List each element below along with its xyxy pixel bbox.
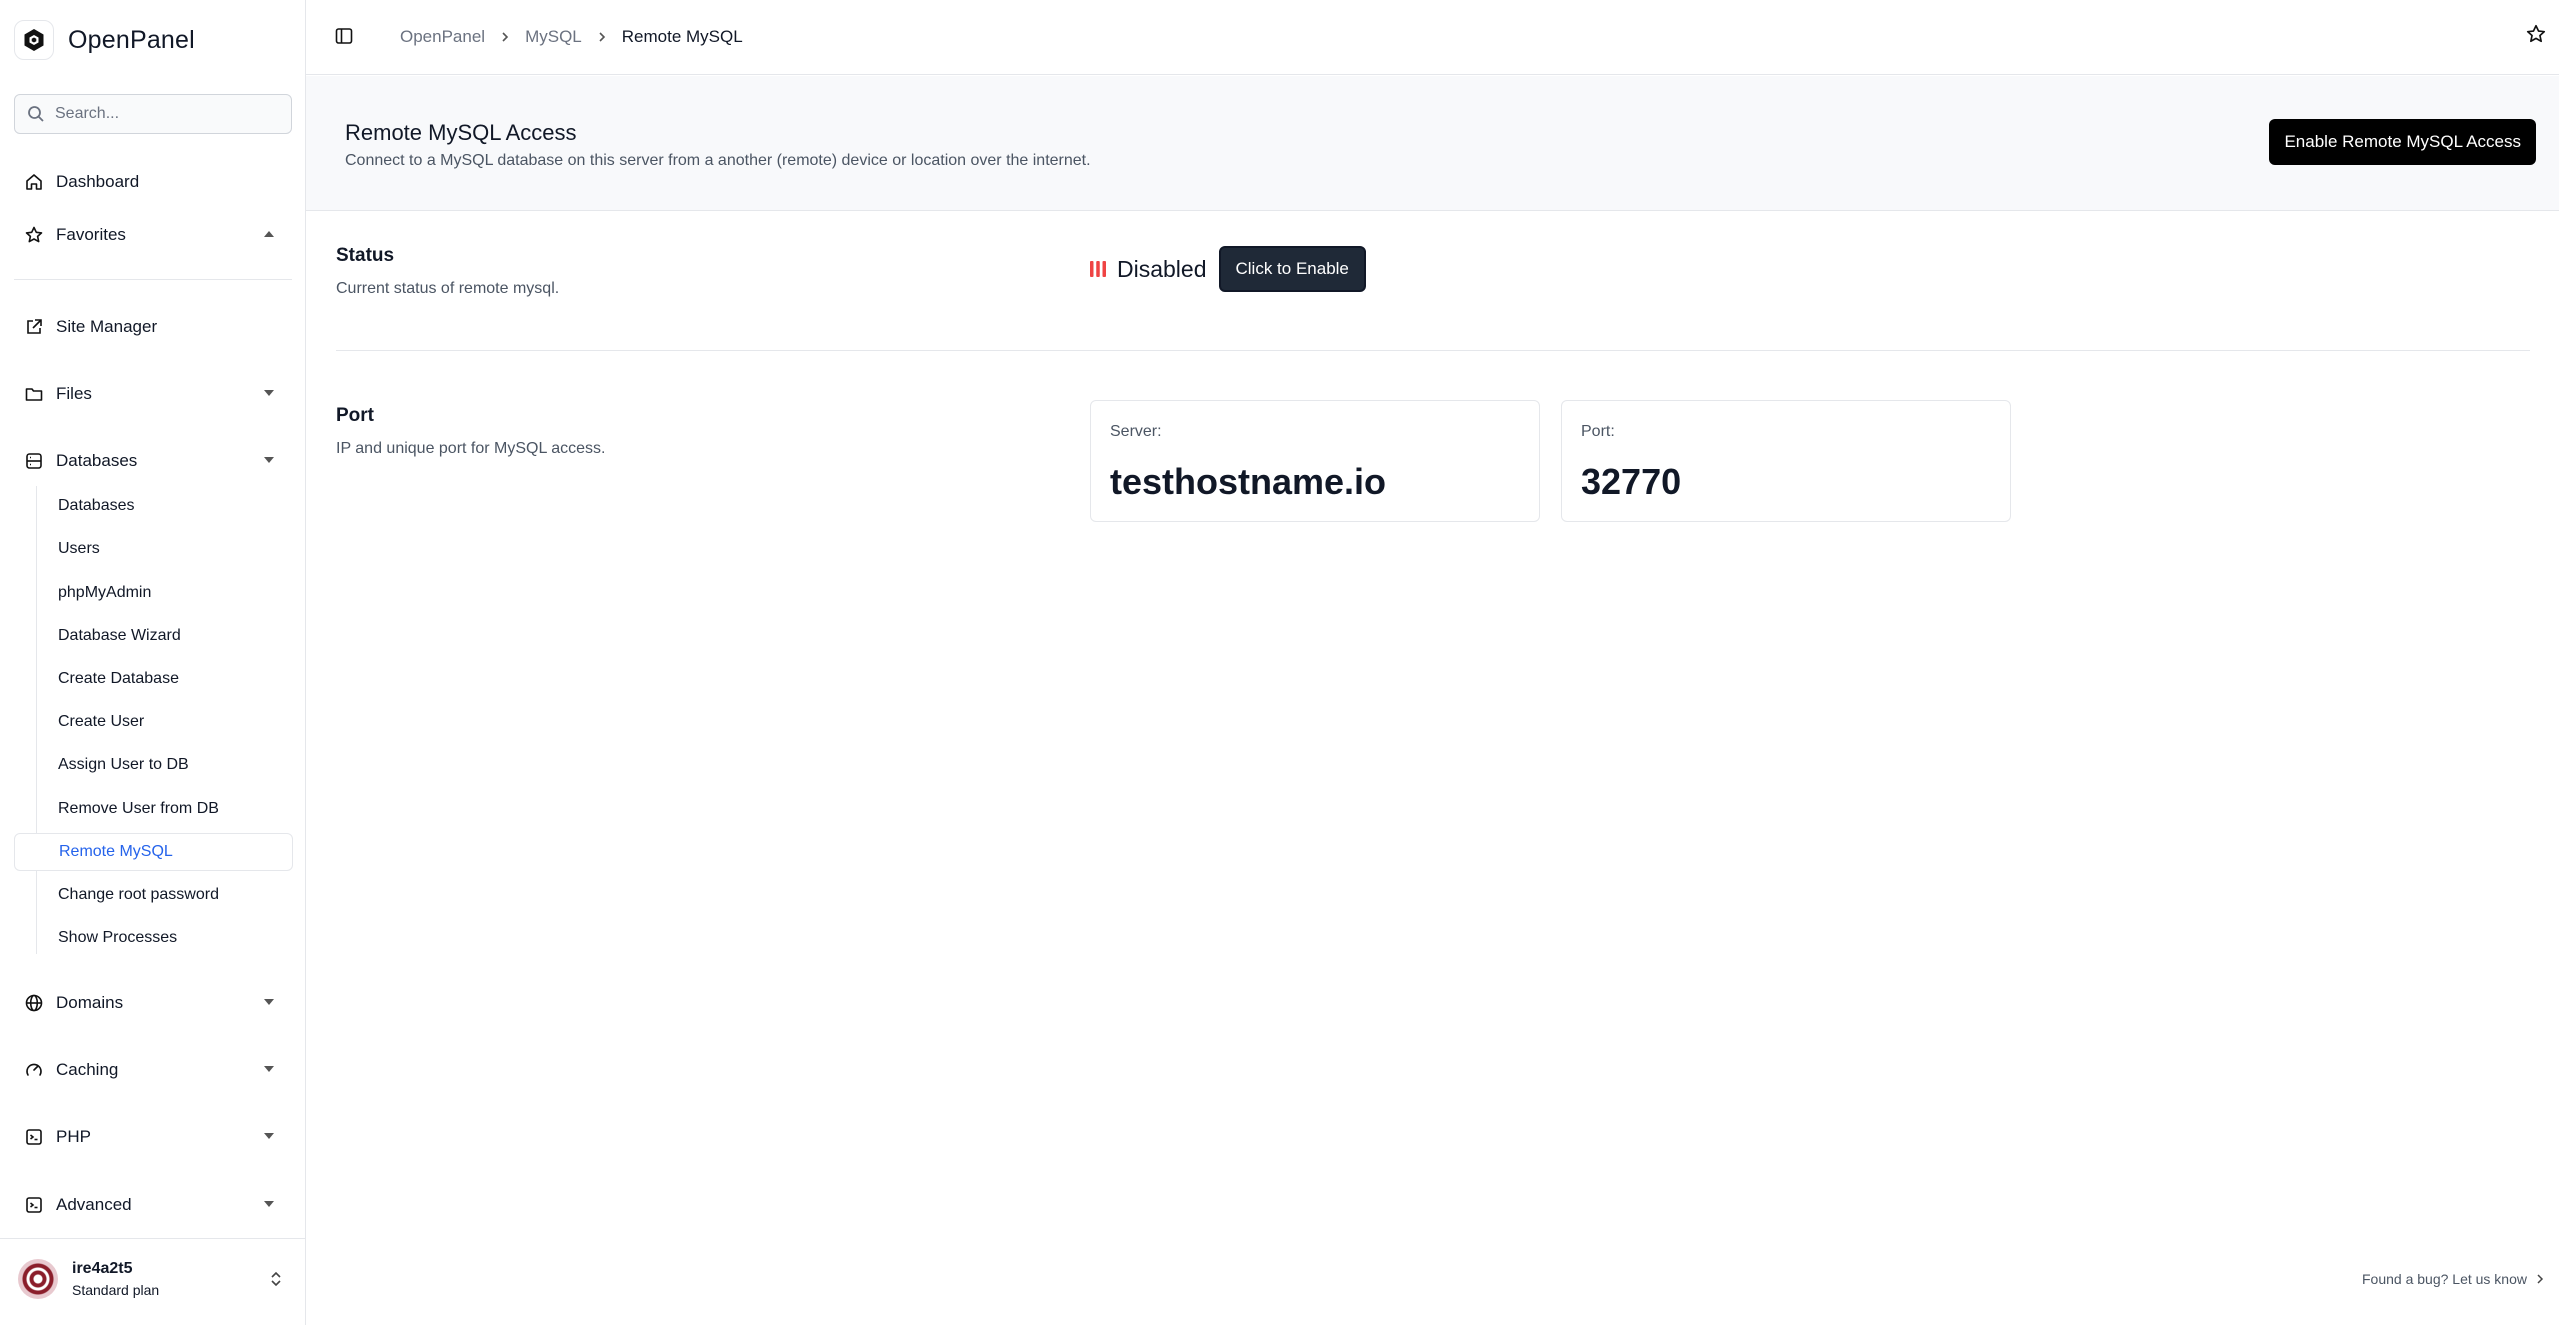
server-card: Server: testhostname.io (1090, 400, 1540, 522)
nav-files[interactable]: Files (14, 374, 292, 414)
submenu-item-phpmyadmin[interactable]: phpMyAdmin (14, 574, 293, 612)
topbar: OpenPanel MySQL Remote MySQL (306, 0, 2559, 75)
caret-down-icon[interactable] (262, 1197, 276, 1211)
nav-domains-label: Domains (56, 993, 124, 1012)
nav-php-label: PHP (56, 1127, 91, 1146)
chevron-right-icon (499, 30, 511, 44)
page-description: Connect to a MySQL database on this serv… (345, 152, 1091, 169)
status-bars-icon (1089, 260, 1107, 278)
sidebar: OpenPanel Dashboard Favorites (0, 0, 306, 1325)
favorite-star-icon[interactable] (2525, 23, 2547, 45)
port-label: Port: (1581, 423, 1615, 440)
nav-php[interactable]: PHP (14, 1117, 292, 1157)
report-bug-link[interactable]: Found a bug? Let us know (2362, 1271, 2545, 1287)
submenu-item-database-wizard[interactable]: Database Wizard (14, 617, 293, 655)
port-card: Port: 32770 (1561, 400, 2011, 522)
home-icon (24, 172, 44, 192)
server-value: testhostname.io (1110, 461, 1387, 502)
submenu-item-assign-user[interactable]: Assign User to DB (14, 746, 293, 784)
submenu-item-show-processes[interactable]: Show Processes (14, 919, 293, 957)
external-link-icon (24, 317, 44, 337)
click-to-enable-button[interactable]: Click to Enable (1218, 246, 1366, 292)
nav-favorites[interactable]: Favorites (14, 215, 292, 255)
submenu-item-remote-mysql[interactable]: Remote MySQL (14, 833, 293, 871)
breadcrumb: OpenPanel MySQL Remote MySQL (400, 27, 743, 47)
nav-databases-label: Databases (56, 451, 138, 470)
submenu-item-remove-user[interactable]: Remove User from DB (14, 790, 293, 828)
caret-down-icon[interactable] (262, 453, 276, 467)
nav-caching-label: Caching (56, 1060, 119, 1079)
breadcrumb-mysql[interactable]: MySQL (525, 27, 582, 47)
status-indicator: Disabled Click to Enable (1089, 246, 1366, 292)
breadcrumb-openpanel[interactable]: OpenPanel (400, 27, 485, 47)
caret-up-icon[interactable] (262, 227, 276, 241)
caret-down-icon[interactable] (262, 1062, 276, 1076)
submenu-item-databases[interactable]: Databases (14, 487, 293, 525)
submenu-item-users[interactable]: Users (14, 530, 293, 568)
port-section-description: IP and unique port for MySQL access. (336, 440, 606, 457)
user-menu[interactable]: ire4a2t5 Standard plan (18, 1254, 294, 1304)
submenu-item-create-user[interactable]: Create User (14, 703, 293, 741)
openpanel-logo-icon (14, 20, 54, 60)
search-box[interactable] (14, 94, 292, 134)
section-divider (336, 350, 2530, 351)
terminal-icon (24, 1127, 44, 1147)
nav-caching[interactable]: Caching (14, 1050, 292, 1090)
status-text: Disabled (1117, 255, 1207, 282)
page-title: Remote MySQL Access (345, 120, 577, 145)
port-value: 32770 (1581, 461, 1682, 502)
status-section-title: Status (336, 245, 395, 266)
nav-site-manager-label: Site Manager (56, 317, 158, 336)
nav-files-label: Files (56, 384, 92, 403)
nav-favorites-label: Favorites (56, 225, 126, 244)
server-label: Server: (1110, 423, 1162, 440)
sidebar-toggle-icon[interactable] (334, 26, 354, 46)
star-icon (24, 225, 44, 245)
database-icon (24, 451, 44, 471)
user-name: ire4a2t5 (72, 1260, 133, 1277)
chevron-right-icon (2535, 1273, 2545, 1285)
avatar (18, 1259, 58, 1299)
enable-remote-mysql-button[interactable]: Enable Remote MySQL Access (2269, 119, 2536, 165)
chevrons-up-down-icon[interactable] (268, 1270, 284, 1288)
submenu-item-change-root-password[interactable]: Change root password (14, 876, 293, 914)
nav-advanced[interactable]: Advanced (14, 1185, 292, 1225)
breadcrumb-remote-mysql: Remote MySQL (621, 27, 743, 46)
app-name: OpenPanel (68, 25, 195, 54)
nav-advanced-label: Advanced (56, 1195, 132, 1214)
nav-dashboard[interactable]: Dashboard (14, 162, 292, 202)
status-section-description: Current status of remote mysql. (336, 280, 560, 297)
sidebar-footer-divider (0, 1238, 306, 1239)
user-plan: Standard plan (72, 1282, 160, 1298)
caret-down-icon[interactable] (262, 386, 276, 400)
search-input[interactable] (55, 105, 275, 123)
nav-site-manager[interactable]: Site Manager (14, 307, 292, 347)
nav-dashboard-label: Dashboard (56, 172, 140, 191)
page-header: Remote MySQL Access Connect to a MySQL d… (306, 76, 2559, 211)
report-bug-label: Found a bug? Let us know (2361, 1271, 2527, 1287)
nav-domains[interactable]: Domains (14, 983, 292, 1023)
gauge-icon (24, 1060, 44, 1080)
search-icon (27, 105, 45, 123)
caret-down-icon[interactable] (262, 995, 276, 1009)
chevron-right-icon (596, 30, 608, 44)
folder-icon (24, 384, 44, 404)
port-section-title: Port (336, 405, 374, 426)
submenu-item-create-database[interactable]: Create Database (14, 660, 293, 698)
brand[interactable]: OpenPanel (14, 20, 195, 60)
nav-databases[interactable]: Databases (14, 441, 292, 481)
caret-down-icon[interactable] (262, 1129, 276, 1143)
terminal-icon (24, 1195, 44, 1215)
sidebar-divider (14, 279, 292, 280)
globe-icon (24, 993, 44, 1013)
